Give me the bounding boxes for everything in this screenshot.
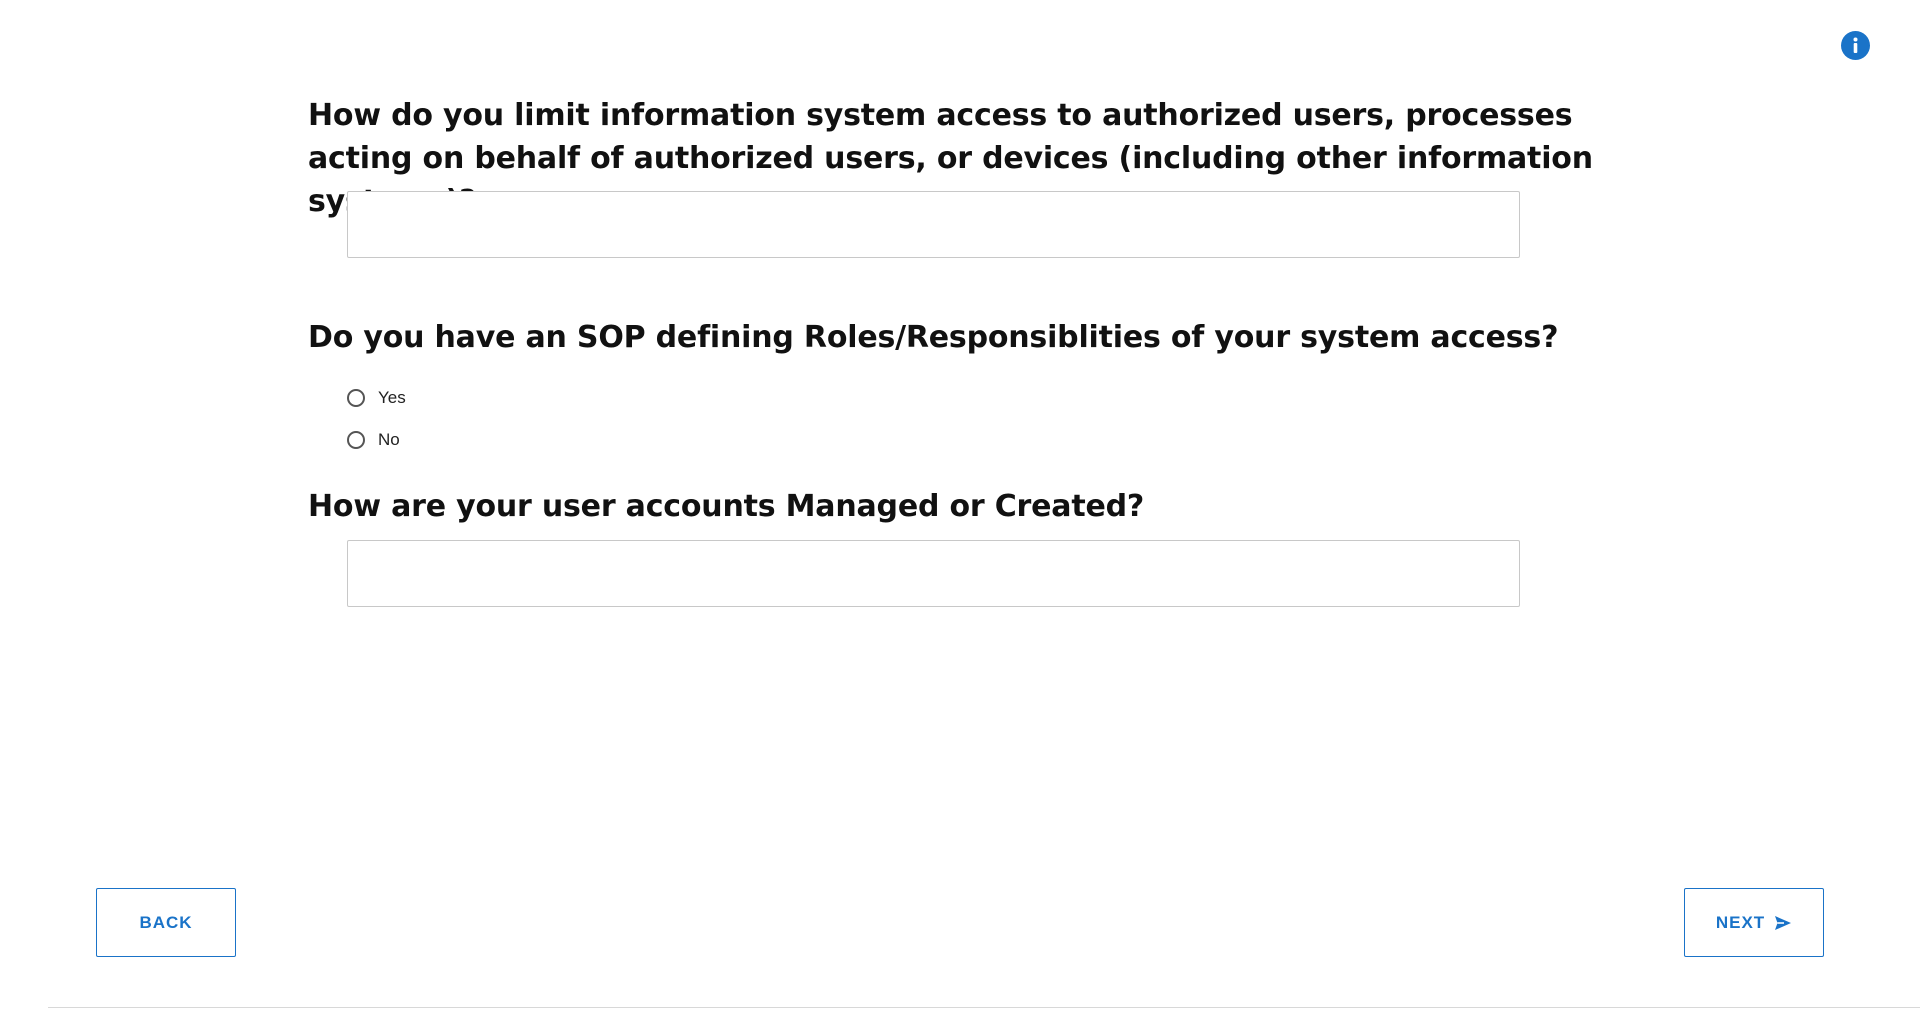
questionnaire-page: How do you limit information system acce… — [0, 0, 1920, 1009]
info-icon[interactable] — [1841, 31, 1870, 60]
answer-access-limit-input[interactable] — [347, 191, 1520, 258]
next-button[interactable]: NEXT — [1684, 888, 1824, 957]
back-button[interactable]: BACK — [96, 888, 236, 957]
next-button-label: NEXT — [1715, 912, 1766, 932]
radio-button-no[interactable] — [347, 431, 365, 449]
send-arrow-icon — [1774, 915, 1792, 931]
question-user-accounts: How are your user accounts Managed or Cr… — [308, 489, 1145, 524]
answer-user-accounts-input[interactable] — [347, 540, 1520, 607]
radio-label-no: No — [378, 430, 400, 449]
question-sop-roles: Do you have an SOP defining Roles/Respon… — [308, 320, 1559, 355]
back-button-label: BACK — [139, 912, 193, 932]
radio-option-no[interactable]: No — [347, 430, 400, 450]
radio-button-yes[interactable] — [347, 389, 365, 407]
radio-label-yes: Yes — [378, 388, 406, 407]
radio-option-yes[interactable]: Yes — [347, 388, 406, 408]
footer-divider — [48, 1007, 1920, 1008]
